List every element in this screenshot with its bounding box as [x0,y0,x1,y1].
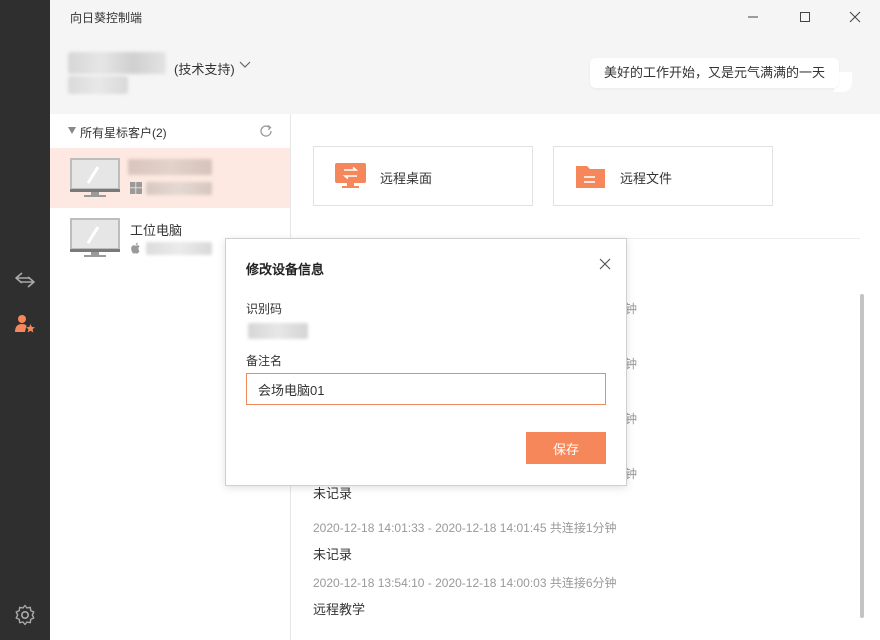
chevron-down-icon[interactable] [238,58,252,72]
swap-arrows-icon[interactable] [13,268,37,292]
device-name-redacted [128,159,212,175]
header: 向日葵控制端 (技术支持) 美好的工作开始，又是元气满满的一天 [50,0,880,114]
device-id-value-redacted [248,323,308,339]
minimize-icon[interactable] [744,8,762,26]
left-nav-bar [0,0,50,640]
remote-file-folder-icon [576,166,605,188]
group-title[interactable]: 所有星标客户(2) [68,124,167,141]
id-label: 识别码 [246,302,283,316]
device-item[interactable] [50,148,290,208]
save-button[interactable]: 保存 [526,432,606,464]
close-icon[interactable] [598,257,612,271]
remote-file-label: 远程文件 [620,171,673,186]
remark-label: 备注名 [246,354,283,368]
settings-gear-icon[interactable] [13,603,37,627]
username-redacted[interactable] [68,52,166,74]
maximize-icon[interactable] [796,8,814,26]
history-scrollbar[interactable] [860,294,864,618]
app-title: 向日葵控制端 [70,11,143,25]
history-time: 2020-12-18 13:54:10 - 2020-12-18 14:00:0… [313,576,617,590]
apple-logo-icon [131,242,140,254]
device-id-redacted [146,182,212,195]
history-time: 2020-12-18 14:01:33 - 2020-12-18 14:01:4… [313,521,617,535]
monitor-icon [70,158,120,197]
history-note: 未记录 [313,547,353,562]
remote-file-card[interactable]: 远程文件 [553,146,773,206]
close-window-icon[interactable] [846,8,864,26]
device-id-redacted [146,242,212,255]
remote-desktop-label: 远程桌面 [380,171,433,186]
group-title-text: 所有星标客户(2) [80,126,167,140]
edit-device-dialog: 修改设备信息 识别码 备注名 保存 [225,238,627,486]
user-role[interactable]: (技术支持) [174,59,235,78]
history-note: 远程教学 [313,602,366,617]
remote-desktop-icon [335,163,366,188]
contacts-star-icon[interactable] [13,312,37,336]
monitor-icon [70,218,120,257]
refresh-icon[interactable] [258,123,274,139]
remote-desktop-card[interactable]: 远程桌面 [313,146,533,206]
dialog-title: 修改设备信息 [246,262,325,277]
account-redacted [68,76,128,94]
device-name: 工位电脑 [130,223,183,238]
windows-logo-icon [130,182,142,194]
greeting-bubble: 美好的工作开始，又是元气满满的一天 [590,58,840,88]
collapse-triangle-icon[interactable] [68,127,76,134]
remark-name-input[interactable] [246,373,606,405]
history-entry: 2020-12-18 13:54:10 - 2020-12-18 14:00:0… [313,574,617,618]
history-entry: 2020-12-18 14:01:33 - 2020-12-18 14:01:4… [313,519,617,563]
